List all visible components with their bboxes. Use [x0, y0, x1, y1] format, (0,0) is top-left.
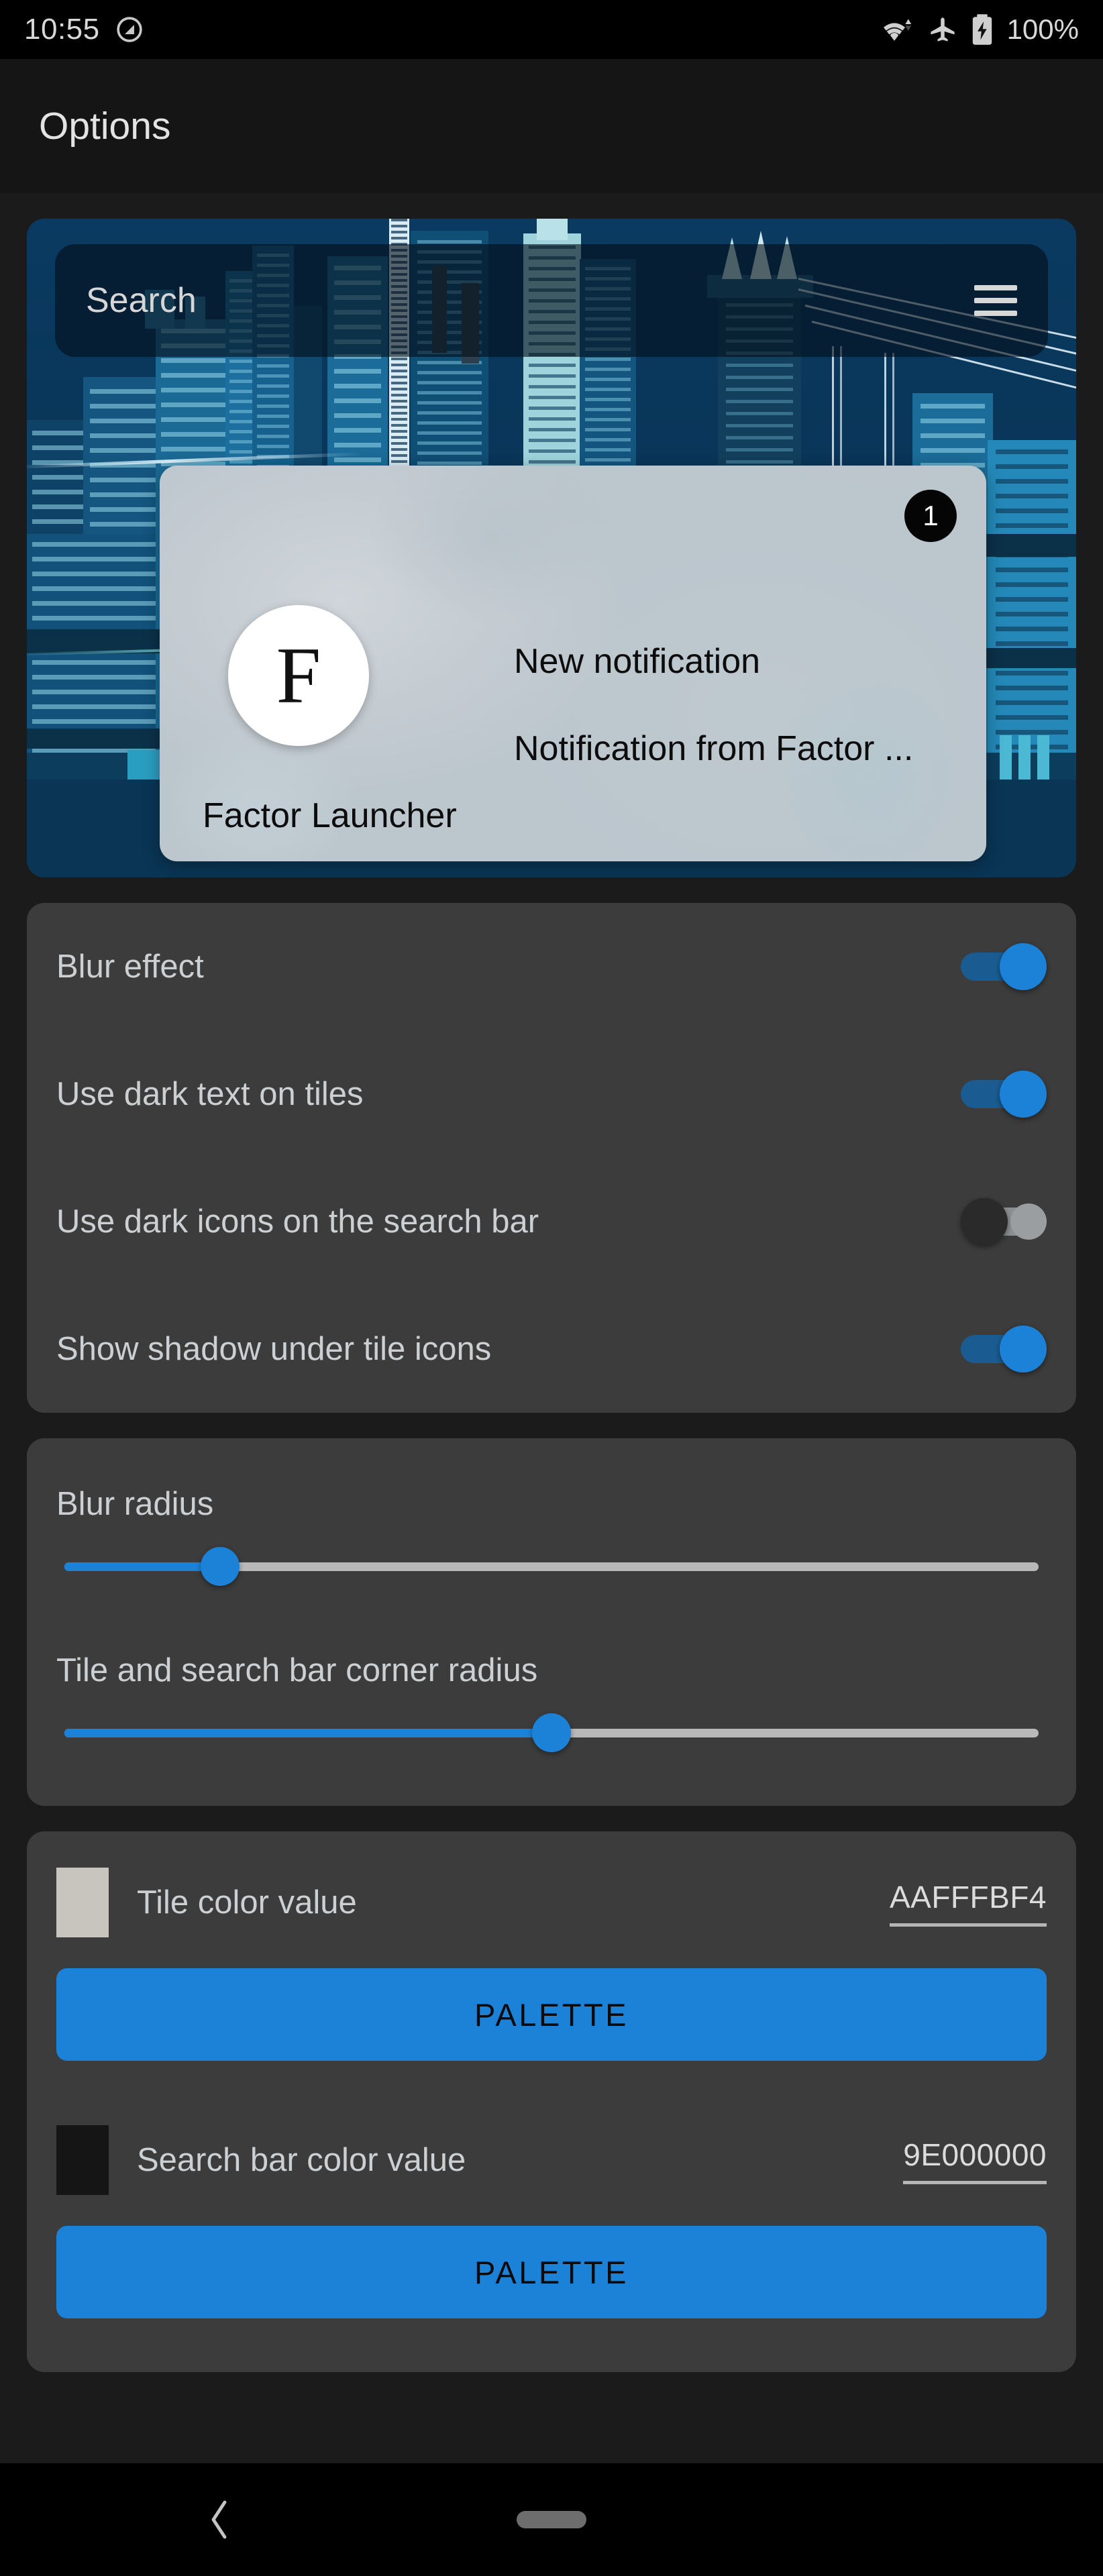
setting-label: Show shadow under tile icons [56, 1331, 492, 1367]
slider-fill [64, 1729, 552, 1737]
notification-count-badge: 1 [904, 490, 957, 542]
notification-body: Notification from Factor ... [514, 729, 914, 768]
color-label: Tile color value [137, 1884, 357, 1921]
search-bar-color-swatch[interactable] [56, 2125, 109, 2195]
battery-percent-label: 100% [1006, 13, 1079, 45]
tile-palette-button[interactable]: PALETTE [56, 1968, 1047, 2061]
color-row-tile: Tile color value AAFFFBF4 [56, 1849, 1047, 1956]
notification-title: New notification [514, 642, 761, 681]
slider-corner-radius[interactable] [64, 1689, 1039, 1776]
slider-knob[interactable] [532, 1713, 571, 1752]
slider-label-blur-radius: Blur radius [56, 1486, 214, 1522]
setting-row-shadow-under-tile-icons[interactable]: Show shadow under tile icons [56, 1285, 1047, 1413]
avatar-letter: F [276, 631, 321, 720]
setting-row-dark-icons-search-bar[interactable]: Use dark icons on the search bar [56, 1158, 1047, 1285]
dnd-icon [116, 17, 142, 42]
toggle-dark-icons-search-bar[interactable] [961, 1198, 1047, 1245]
status-bar-left: 10:55 [24, 13, 144, 46]
toggle-shadow-under-tile-icons[interactable] [961, 1326, 1047, 1373]
search-input[interactable]: Search [86, 280, 197, 321]
color-label: Search bar color value [137, 2142, 466, 2178]
chevron-left-icon [211, 2500, 227, 2539]
back-button[interactable] [199, 2500, 239, 2540]
hamburger-menu-icon[interactable] [974, 285, 1017, 316]
setting-row-dark-text-on-tiles[interactable]: Use dark text on tiles [56, 1030, 1047, 1158]
waterfront-block [1000, 735, 1012, 781]
wifi-icon [883, 19, 911, 41]
sliders-card: Blur radius Tile and search bar corner r… [27, 1438, 1076, 1806]
search-bar-color-value-field[interactable]: 9E000000 [903, 2137, 1047, 2184]
tile-color-value-field[interactable]: AAFFFBF4 [889, 1879, 1047, 1927]
slider-blur-radius[interactable] [64, 1523, 1039, 1610]
toggles-card: Blur effect Use dark text on tiles Use d… [27, 903, 1076, 1413]
slider-label-corner-radius: Tile and search bar corner radius [56, 1652, 538, 1688]
color-row-search-bar: Search bar color value 9E000000 [56, 2106, 1047, 2214]
setting-label: Blur effect [56, 949, 204, 985]
phone-screen: 10:55 100% Options Search 1 F New notifi… [0, 0, 1103, 2576]
tile-color-swatch[interactable] [56, 1868, 109, 1937]
setting-label: Use dark text on tiles [56, 1076, 364, 1112]
airplane-mode-icon [930, 17, 955, 42]
slider-knob[interactable] [201, 1547, 240, 1586]
waterfront-block [1018, 735, 1031, 781]
settings-scroll-content[interactable]: Search 1 F New notification Notification… [0, 193, 1103, 2463]
waterfront-block [1037, 735, 1049, 781]
status-clock: 10:55 [24, 13, 100, 46]
building-shape [988, 440, 1076, 758]
status-bar: 10:55 100% [0, 0, 1103, 59]
toggle-blur-effect[interactable] [961, 943, 1047, 990]
app-title-bar: Options [0, 59, 1103, 193]
page-title: Options [39, 105, 171, 148]
system-nav-bar [0, 2463, 1103, 2576]
search-bar-palette-button[interactable]: PALETTE [56, 2226, 1047, 2318]
home-pill-icon[interactable] [517, 2511, 586, 2528]
setting-row-blur-effect[interactable]: Blur effect [56, 903, 1047, 1030]
building-shape [537, 219, 568, 240]
setting-label: Use dark icons on the search bar [56, 1203, 539, 1240]
battery-charging-icon [972, 14, 992, 45]
toggle-dark-text-on-tiles[interactable] [961, 1071, 1047, 1118]
colors-card: Tile color value AAFFFBF4 PALETTE Search… [27, 1831, 1076, 2372]
status-bar-right: 100% [880, 13, 1079, 46]
notification-app-name: Factor Launcher [203, 796, 457, 835]
slider-fill [64, 1562, 221, 1571]
avatar: F [228, 605, 369, 746]
preview-search-bar[interactable]: Search [55, 244, 1048, 357]
preview-notification-tile[interactable]: 1 F New notification Notification from F… [160, 466, 986, 861]
launcher-preview-card: Search 1 F New notification Notification… [27, 219, 1076, 877]
